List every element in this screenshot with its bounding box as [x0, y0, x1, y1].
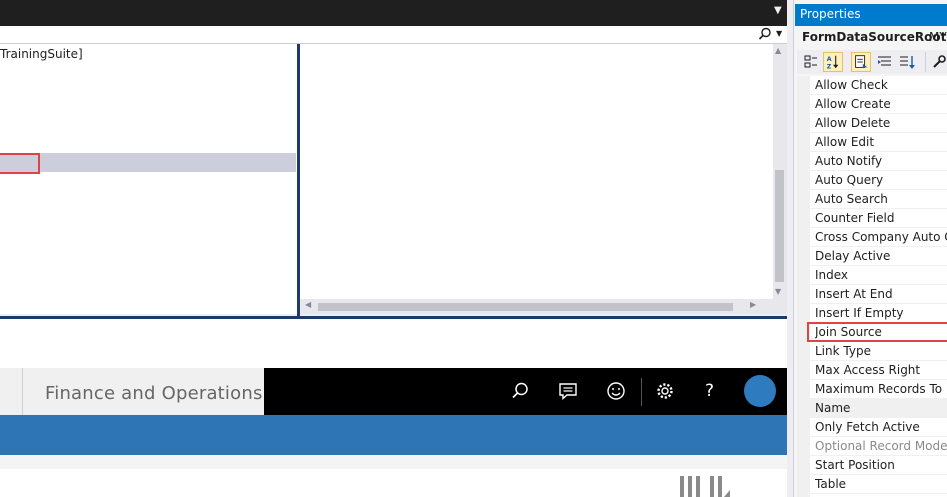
property-name: Table [815, 477, 847, 491]
properties-title: Properties [800, 7, 861, 21]
scroll-up-icon[interactable]: ▲ [775, 46, 781, 55]
property-name: Allow Delete [815, 116, 891, 130]
property-name: Allow Edit [815, 135, 875, 149]
search-icon[interactable] [509, 380, 531, 402]
properties-object-type: MY [929, 30, 947, 44]
list-view-icon [680, 476, 730, 497]
property-name: Auto Search [815, 192, 888, 206]
vertical-scroll-thumb[interactable] [775, 170, 784, 282]
page-header-strip [0, 455, 787, 469]
tab-label: Finance and Operations [45, 383, 263, 404]
scroll-left-icon[interactable]: ◀ [305, 300, 311, 309]
help-icon[interactable]: ? [705, 381, 714, 401]
sort-order-icon[interactable] [897, 52, 917, 72]
search-row[interactable] [0, 26, 793, 44]
selected-tree-row[interactable] [0, 153, 296, 172]
events-view-icon[interactable] [875, 52, 895, 72]
property-name: Max Access Right [815, 363, 921, 377]
nav-separator [641, 378, 642, 406]
search-options-icon[interactable]: ▼ [776, 29, 782, 38]
property-name: Insert At End [815, 287, 893, 301]
smiley-icon[interactable] [605, 380, 627, 402]
scroll-down-icon[interactable]: ▼ [775, 287, 781, 296]
left-tree-pane[interactable] [0, 44, 298, 314]
property-name: Auto Query [815, 173, 884, 187]
property-name: Delay Active [815, 249, 891, 263]
property-name: Auto Notify [815, 154, 883, 168]
browser-toolbar-strip [0, 342, 787, 369]
property-name: Name [815, 401, 851, 415]
sort-alphabetical-icon[interactable]: A Z [823, 52, 843, 72]
property-name: Link Type [815, 344, 871, 358]
properties-view-icon[interactable] [851, 52, 871, 72]
previous-tab[interactable] [0, 368, 22, 415]
avatar[interactable] [744, 375, 776, 407]
property-name: Allow Create [815, 97, 891, 111]
property-name: Cross Company Auto Qu [815, 230, 947, 244]
property-name: Start Position [815, 458, 895, 472]
properties-grid-margin [797, 76, 810, 497]
svg-text:Z: Z [827, 63, 832, 70]
search-icon[interactable] [758, 27, 772, 41]
chat-icon[interactable] [557, 380, 579, 402]
property-name: Index [815, 268, 849, 282]
wrench-icon[interactable] [929, 52, 947, 72]
property-name: Optional Record Mode [815, 439, 947, 453]
horizontal-scroll-thumb[interactable] [318, 303, 733, 311]
toolbar-separator [925, 52, 926, 72]
action-pane-bar [0, 415, 787, 455]
page-content [0, 469, 787, 497]
top-bar [0, 0, 793, 26]
form-design-tree[interactable] [300, 44, 773, 299]
categorized-icon[interactable] [801, 52, 821, 72]
highlight-box [0, 153, 40, 174]
left-tree-root-label[interactable]: TrainingSuite] [0, 47, 83, 61]
property-name: Maximum Records To Lo [815, 382, 947, 396]
properties-object-name: FormDataSourceRoot [802, 30, 947, 44]
svg-text:A: A [827, 56, 832, 63]
highlight-box [807, 322, 947, 342]
property-name: Insert If Empty [815, 306, 904, 320]
scroll-right-icon[interactable]: ▶ [750, 300, 756, 309]
property-name: Allow Check [815, 78, 888, 92]
property-name: Only Fetch Active [815, 420, 920, 434]
window-dropdown-icon[interactable]: ▼ [774, 5, 782, 16]
gear-icon[interactable] [654, 380, 676, 402]
property-name: Counter Field [815, 211, 895, 225]
